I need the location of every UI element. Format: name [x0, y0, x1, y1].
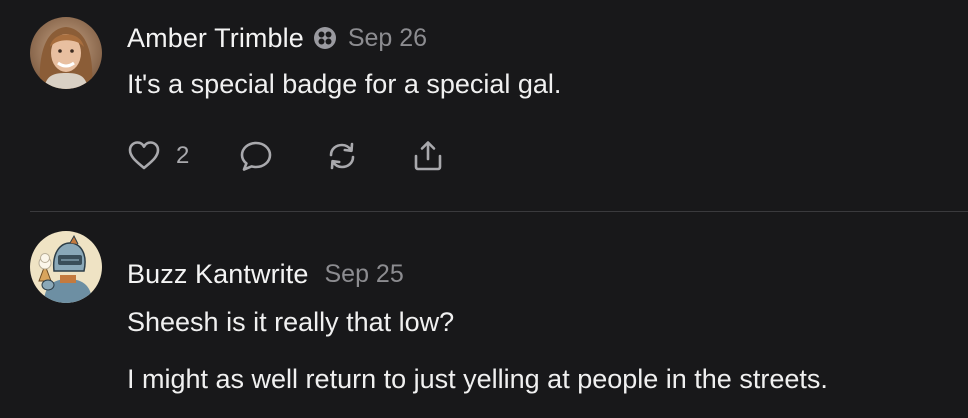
share-icon [415, 141, 442, 171]
action-bar: 2 [126, 138, 446, 174]
post-date[interactable]: Sep 25 [324, 260, 403, 289]
post-text: I might as well return to just yelling a… [127, 364, 828, 394]
like-button[interactable]: 2 [126, 138, 189, 174]
author-name[interactable]: Amber Trimble [127, 23, 304, 54]
avatar[interactable] [30, 17, 102, 89]
repost-button[interactable] [324, 138, 360, 174]
reply-post[interactable]: Buzz Kantwrite Sep 25 Sheesh is it reall… [0, 213, 968, 418]
post-header: Buzz Kantwrite Sep 25 [127, 256, 404, 292]
flower-badge-icon [313, 27, 336, 49]
heart-icon [128, 141, 160, 170]
avatar[interactable] [30, 231, 102, 303]
repost-icon [330, 142, 355, 170]
divider [30, 211, 968, 212]
avatar-illustration [30, 231, 102, 303]
post-text: It's a special badge for a special gal. [127, 69, 562, 99]
avatar-photo [30, 17, 102, 89]
author-name[interactable]: Buzz Kantwrite [127, 259, 308, 290]
comment-icon [241, 141, 272, 171]
share-button[interactable] [410, 138, 446, 174]
post-text: Sheesh is it really that low? [127, 307, 455, 337]
reply-button[interactable] [238, 138, 274, 174]
like-count: 2 [176, 142, 190, 169]
reply-post[interactable]: Amber Trimble Sep 26 It's a special badg… [0, 0, 968, 212]
post-date[interactable]: Sep 26 [348, 24, 427, 53]
post-header: Amber Trimble Sep 26 [127, 20, 427, 56]
